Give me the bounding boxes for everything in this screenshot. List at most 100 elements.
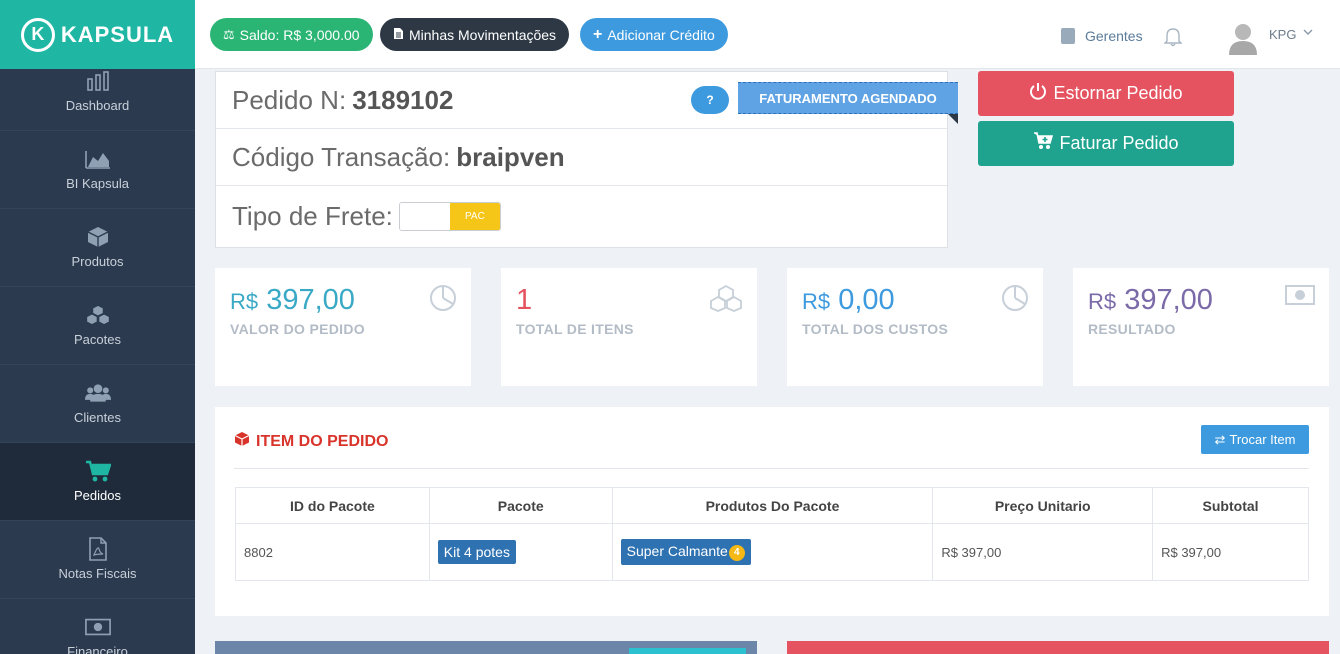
sidebar-item-label: Pacotes	[74, 332, 121, 347]
adicionar-credito-button[interactable]: + Adicionar Crédito	[580, 18, 728, 51]
saldo-label: Saldo: R$ 3,000.00	[239, 26, 360, 43]
sidebar-item-label: Produtos	[71, 254, 124, 269]
chevron-down-icon[interactable]	[1303, 27, 1313, 39]
column-header: Produtos Do Pacote	[611, 487, 934, 524]
faturar-label: Faturar Pedido	[1059, 133, 1179, 153]
items-panel: ITEM DO PEDIDO ⇄ Trocar Item ID do Pacot…	[215, 407, 1329, 616]
sidebar-item-pedidos[interactable]: Pedidos	[0, 443, 195, 521]
users-icon	[84, 382, 111, 404]
stat-label: VALOR DO PEDIDO	[230, 321, 365, 337]
user-name[interactable]: KPG	[1269, 27, 1296, 42]
adicionar-credito-label: Adicionar Crédito	[607, 26, 715, 43]
stat-label: RESULTADO	[1088, 321, 1176, 337]
cart-plus-icon	[1033, 132, 1054, 155]
cart-icon	[85, 460, 111, 482]
bottom-right-panel-header	[787, 641, 1329, 654]
gerentes-label: Gerentes	[1085, 28, 1143, 44]
movimentacoes-label: Minhas Movimentações	[409, 26, 557, 43]
transacao-row: Código Transação: braipven	[216, 129, 947, 186]
toggle-off-segment	[399, 203, 450, 230]
transacao-label: Código Transação:	[232, 141, 451, 172]
pedido-number: 3189102	[352, 84, 454, 115]
cell-pacote: Kit 4 potes	[428, 523, 613, 581]
sidebar-item-notas-fiscais[interactable]: Notas Fiscais	[0, 521, 195, 599]
divider	[234, 468, 1309, 469]
bottom-left-panel-button[interactable]	[629, 648, 746, 654]
sidebar-item-label: Clientes	[74, 410, 121, 425]
cubes-icon	[709, 284, 743, 317]
cell-subtotal: R$ 397,00	[1152, 523, 1309, 581]
stat-value: R$ 0,00	[802, 284, 895, 316]
gerentes-link[interactable]: Gerentes	[1061, 28, 1143, 44]
bar-chart-icon	[85, 70, 111, 92]
column-header: ID do Pacote	[235, 487, 430, 524]
frete-row: Tipo de Frete: PAC	[216, 186, 947, 247]
sidebar-item-pacotes[interactable]: Pacotes	[0, 287, 195, 365]
column-header: Preço Unitario	[932, 487, 1154, 524]
plus-icon: +	[593, 25, 603, 43]
faturar-pedido-button[interactable]: Faturar Pedido	[978, 121, 1234, 166]
column-header: Pacote	[428, 487, 613, 524]
estornar-pedido-button[interactable]: Estornar Pedido	[978, 71, 1234, 116]
cell-produtos: Super Calmante 4	[611, 523, 934, 581]
power-icon	[1029, 82, 1047, 105]
estornar-label: Estornar Pedido	[1053, 83, 1183, 103]
logo-mark: K	[20, 17, 55, 52]
ribbon-fold	[948, 114, 958, 124]
sidebar-item-bi-kapsula[interactable]: BI Kapsula	[0, 131, 195, 209]
transacao-code: braipven	[456, 141, 565, 172]
status-ribbon: FATURAMENTO AGENDADO	[738, 82, 958, 114]
sidebar-item-financeiro[interactable]: Financeiro	[0, 599, 195, 654]
avatar[interactable]	[1226, 21, 1260, 55]
table-header-row: ID do Pacote Pacote Produtos Do Pacote P…	[235, 487, 1309, 524]
stat-card-valor-pedido: R$ 397,00 VALOR DO PEDIDO	[215, 268, 471, 386]
table-row: 8802 Kit 4 potes Super Calmante 4 R$ 397,…	[235, 523, 1309, 581]
pie-chart-icon	[429, 284, 457, 317]
sidebar-item-clientes[interactable]: Clientes	[0, 365, 195, 443]
sidebar-item-label: Pedidos	[74, 488, 121, 503]
saldo-button[interactable]: ⚖ Saldo: R$ 3,000.00	[210, 18, 373, 51]
frete-value: PAC	[449, 203, 500, 230]
items-title: ITEM DO PEDIDO	[234, 431, 388, 452]
brand-name: KAPSULA	[60, 21, 175, 47]
stat-value: R$ 397,00	[1088, 284, 1213, 316]
manager-icon	[1061, 28, 1075, 44]
sidebar-item-dashboard[interactable]: Dashboard	[0, 69, 195, 131]
quantity-badge: 4	[728, 544, 745, 561]
frete-toggle[interactable]: PAC	[398, 202, 501, 231]
frete-label: Tipo de Frete:	[232, 201, 393, 231]
movimentacoes-button[interactable]: Minhas Movimentações	[380, 18, 570, 51]
pacote-tag[interactable]: Kit 4 potes	[437, 540, 516, 564]
cube-icon	[85, 226, 111, 248]
bell-icon[interactable]	[1163, 27, 1183, 52]
money-icon	[84, 616, 111, 638]
file-icon	[393, 27, 404, 43]
sidebar-item-label: BI Kapsula	[66, 176, 129, 191]
trocar-item-button[interactable]: ⇄ Trocar Item	[1201, 425, 1309, 454]
money-icon	[1285, 284, 1315, 311]
stat-value: R$ 397,00	[230, 284, 355, 316]
stat-label: TOTAL DE ITENS	[516, 321, 634, 337]
area-chart-icon	[84, 148, 111, 170]
column-header: Subtotal	[1152, 487, 1309, 524]
cubes-icon	[85, 304, 111, 326]
sidebar-item-produtos[interactable]: Produtos	[0, 209, 195, 287]
trocar-label: Trocar Item	[1229, 432, 1296, 447]
sidebar: K KAPSULA Dashboard BI Kapsula Produtos …	[0, 0, 195, 654]
stat-value: 1	[516, 284, 533, 316]
balance-scale-icon: ⚖	[223, 26, 235, 42]
order-header-card: Pedido N: 3189102 Código Transação: brai…	[215, 71, 958, 248]
stat-label: TOTAL DOS CUSTOS	[802, 321, 949, 337]
stat-card-total-itens: 1 TOTAL DE ITENS	[501, 268, 757, 386]
cell-preco: R$ 397,00	[932, 523, 1154, 581]
brand-logo[interactable]: K KAPSULA	[0, 0, 195, 69]
items-table: ID do Pacote Pacote Produtos Do Pacote P…	[235, 487, 1309, 581]
help-button[interactable]: ?	[691, 86, 729, 114]
stat-card-total-custos: R$ 0,00 TOTAL DOS CUSTOS	[787, 268, 1043, 386]
sidebar-item-label: Dashboard	[65, 98, 130, 113]
cell-id: 8802	[235, 523, 430, 581]
items-title-label: ITEM DO PEDIDO	[256, 432, 389, 450]
produto-tag[interactable]: Super Calmante 4	[620, 539, 751, 565]
cube-icon	[234, 431, 250, 452]
pie-chart-icon	[1001, 284, 1029, 317]
